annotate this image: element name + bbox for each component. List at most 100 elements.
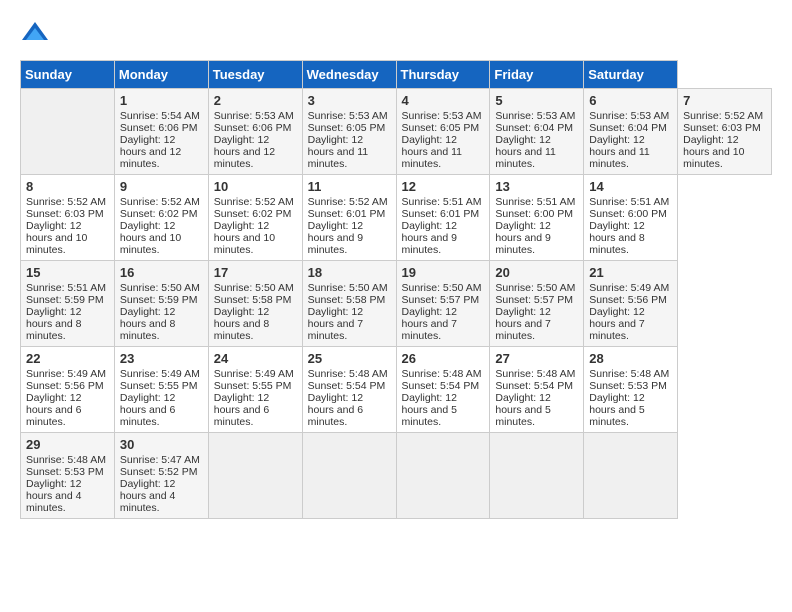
- sunset-text: Sunset: 6:04 PM: [495, 122, 578, 134]
- sunset-text: Sunset: 6:05 PM: [402, 122, 485, 134]
- calendar-cell: 6Sunrise: 5:53 AMSunset: 6:04 PMDaylight…: [584, 89, 678, 175]
- calendar-cell: [490, 433, 584, 519]
- calendar-cell: 25Sunrise: 5:48 AMSunset: 5:54 PMDayligh…: [302, 347, 396, 433]
- col-header-sunday: Sunday: [21, 61, 115, 89]
- col-header-tuesday: Tuesday: [208, 61, 302, 89]
- day-number: 10: [214, 179, 297, 194]
- sunrise-text: Sunrise: 5:50 AM: [214, 282, 297, 294]
- calendar-cell: 29 Sunrise: 5:48 AMSunset: 5:53 PMDayligh…: [21, 433, 115, 519]
- logo: [20, 20, 54, 50]
- calendar-cell: 15Sunrise: 5:51 AMSunset: 5:59 PMDayligh…: [21, 261, 115, 347]
- sunset-text: Sunset: 6:02 PM: [120, 208, 203, 220]
- sunset-text: Sunset: 5:55 PM: [120, 380, 203, 392]
- day-number: 28: [589, 351, 672, 366]
- day-number: 19: [402, 265, 485, 280]
- calendar-cell: [396, 433, 490, 519]
- daylight-text: Daylight: 12 hours and 6 minutes.: [308, 392, 391, 428]
- day-number: 5: [495, 93, 578, 108]
- daylight-text: Daylight: 12 hours and 5 minutes.: [402, 392, 485, 428]
- day-number: 3: [308, 93, 391, 108]
- sunset-text: Sunset: 5:54 PM: [495, 380, 578, 392]
- day-number: 23: [120, 351, 203, 366]
- col-header-thursday: Thursday: [396, 61, 490, 89]
- day-number: 11: [308, 179, 391, 194]
- sunrise-text: Sunrise: 5:50 AM: [120, 282, 203, 294]
- daylight-text: Daylight: 12 hours and 7 minutes.: [308, 306, 391, 342]
- day-number: 16: [120, 265, 203, 280]
- day-number: 30: [120, 437, 203, 452]
- sunrise-text: Sunrise: 5:48 AM: [589, 368, 672, 380]
- day-number: 6: [589, 93, 672, 108]
- sunrise-text: Sunrise: 5:52 AM: [214, 196, 297, 208]
- calendar-cell: [302, 433, 396, 519]
- calendar-cell: 11 Sunrise: 5:52 AMSunset: 6:01 PMDayligh…: [302, 175, 396, 261]
- daylight-text: Daylight: 12 hours and 12 minutes.: [120, 134, 203, 170]
- calendar-cell: 30Sunrise: 5:47 AMSunset: 5:52 PMDayligh…: [114, 433, 208, 519]
- daylight-text: Daylight: 12 hours and 11 minutes.: [402, 134, 485, 170]
- sunrise-text: Sunrise: 5:50 AM: [308, 282, 391, 294]
- daylight-text: Daylight: 12 hours and 4 minutes.: [26, 478, 109, 514]
- sunrise-text: Sunrise: 5:49 AM: [214, 368, 297, 380]
- calendar-cell: 16Sunrise: 5:50 AMSunset: 5:59 PMDayligh…: [114, 261, 208, 347]
- calendar-cell: 3Sunrise: 5:53 AMSunset: 6:05 PMDaylight…: [302, 89, 396, 175]
- daylight-text: Daylight: 12 hours and 5 minutes.: [495, 392, 578, 428]
- sunset-text: Sunset: 6:02 PM: [214, 208, 297, 220]
- daylight-text: Daylight: 12 hours and 7 minutes.: [495, 306, 578, 342]
- calendar-cell: 24Sunrise: 5:49 AMSunset: 5:55 PMDayligh…: [208, 347, 302, 433]
- calendar-cell: 12Sunrise: 5:51 AMSunset: 6:01 PMDayligh…: [396, 175, 490, 261]
- daylight-text: Daylight: 12 hours and 8 minutes.: [26, 306, 109, 342]
- day-number: 18: [308, 265, 391, 280]
- sunset-text: Sunset: 5:53 PM: [26, 466, 109, 478]
- daylight-text: Daylight: 12 hours and 7 minutes.: [402, 306, 485, 342]
- col-header-saturday: Saturday: [584, 61, 678, 89]
- daylight-text: Daylight: 12 hours and 9 minutes.: [308, 220, 391, 256]
- sunrise-text: Sunrise: 5:48 AM: [402, 368, 485, 380]
- daylight-text: Daylight: 12 hours and 6 minutes.: [26, 392, 109, 428]
- calendar-cell: 8Sunrise: 5:52 AMSunset: 6:03 PMDaylight…: [21, 175, 115, 261]
- sunrise-text: Sunrise: 5:53 AM: [402, 110, 485, 122]
- daylight-text: Daylight: 12 hours and 8 minutes.: [214, 306, 297, 342]
- calendar-cell: 5Sunrise: 5:53 AMSunset: 6:04 PMDaylight…: [490, 89, 584, 175]
- calendar-cell: 10Sunrise: 5:52 AMSunset: 6:02 PMDayligh…: [208, 175, 302, 261]
- sunrise-text: Sunrise: 5:49 AM: [589, 282, 672, 294]
- week-row-4: 22Sunrise: 5:49 AMSunset: 5:56 PMDayligh…: [21, 347, 772, 433]
- day-number: 7: [683, 93, 766, 108]
- day-number: 25: [308, 351, 391, 366]
- sunset-text: Sunset: 5:56 PM: [589, 294, 672, 306]
- sunrise-text: Sunrise: 5:54 AM: [120, 110, 203, 122]
- calendar-cell: 23Sunrise: 5:49 AMSunset: 5:55 PMDayligh…: [114, 347, 208, 433]
- day-number: 1: [120, 93, 203, 108]
- sunset-text: Sunset: 6:04 PM: [589, 122, 672, 134]
- calendar-cell: 17Sunrise: 5:50 AMSunset: 5:58 PMDayligh…: [208, 261, 302, 347]
- sunset-text: Sunset: 6:03 PM: [26, 208, 109, 220]
- sunset-text: Sunset: 6:00 PM: [589, 208, 672, 220]
- sunrise-text: Sunrise: 5:52 AM: [683, 110, 766, 122]
- logo-icon: [20, 20, 50, 50]
- day-number: 9: [120, 179, 203, 194]
- day-number: 26: [402, 351, 485, 366]
- sunrise-text: Sunrise: 5:52 AM: [308, 196, 391, 208]
- day-number: 29: [26, 437, 109, 452]
- sunrise-text: Sunrise: 5:48 AM: [26, 454, 109, 466]
- week-row-3: 15Sunrise: 5:51 AMSunset: 5:59 PMDayligh…: [21, 261, 772, 347]
- week-row-2: 8Sunrise: 5:52 AMSunset: 6:03 PMDaylight…: [21, 175, 772, 261]
- calendar-table: SundayMondayTuesdayWednesdayThursdayFrid…: [20, 60, 772, 519]
- calendar-cell: 14Sunrise: 5:51 AMSunset: 6:00 PMDayligh…: [584, 175, 678, 261]
- calendar-cell: [584, 433, 678, 519]
- calendar-cell: 27Sunrise: 5:48 AMSunset: 5:54 PMDayligh…: [490, 347, 584, 433]
- sunset-text: Sunset: 5:57 PM: [495, 294, 578, 306]
- daylight-text: Daylight: 12 hours and 10 minutes.: [683, 134, 766, 170]
- day-number: 20: [495, 265, 578, 280]
- calendar-cell: 13Sunrise: 5:51 AMSunset: 6:00 PMDayligh…: [490, 175, 584, 261]
- sunset-text: Sunset: 6:01 PM: [308, 208, 391, 220]
- calendar-header-row: SundayMondayTuesdayWednesdayThursdayFrid…: [21, 61, 772, 89]
- day-number: 2: [214, 93, 297, 108]
- daylight-text: Daylight: 12 hours and 11 minutes.: [308, 134, 391, 170]
- calendar-cell: 21Sunrise: 5:49 AMSunset: 5:56 PMDayligh…: [584, 261, 678, 347]
- calendar-cell: 19Sunrise: 5:50 AMSunset: 5:57 PMDayligh…: [396, 261, 490, 347]
- sunrise-text: Sunrise: 5:48 AM: [308, 368, 391, 380]
- day-number: 17: [214, 265, 297, 280]
- calendar-cell: 4Sunrise: 5:53 AMSunset: 6:05 PMDaylight…: [396, 89, 490, 175]
- calendar-cell: 26Sunrise: 5:48 AMSunset: 5:54 PMDayligh…: [396, 347, 490, 433]
- sunset-text: Sunset: 6:05 PM: [308, 122, 391, 134]
